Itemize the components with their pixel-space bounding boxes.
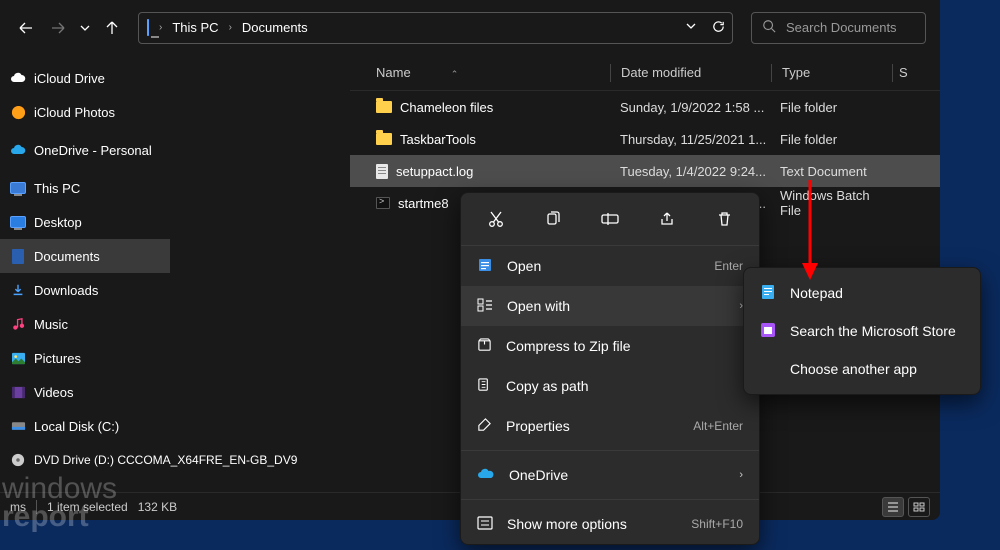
- address-bar[interactable]: › This PC › Documents: [138, 12, 733, 44]
- context-toolbar: [461, 193, 759, 246]
- details-view-button[interactable]: [882, 497, 904, 517]
- rename-button[interactable]: [592, 203, 628, 235]
- context-properties[interactable]: Properties Alt+Enter: [461, 406, 759, 446]
- share-button[interactable]: [649, 203, 685, 235]
- folder-icon: [376, 133, 392, 145]
- tiles-view-button[interactable]: [908, 497, 930, 517]
- sidebar-item-icloud-drive[interactable]: iCloud Drive: [0, 61, 170, 95]
- up-button[interactable]: [100, 16, 124, 40]
- copy-path-icon: [477, 377, 492, 395]
- context-copy-path[interactable]: Copy as path: [461, 366, 759, 406]
- column-date[interactable]: Date modified: [611, 65, 771, 80]
- downloads-icon: [10, 282, 26, 298]
- search-placeholder: Search Documents: [786, 20, 897, 35]
- sidebar-item-documents[interactable]: Documents: [0, 239, 170, 273]
- context-more-options[interactable]: Show more options Shift+F10: [461, 504, 759, 544]
- cut-button[interactable]: [478, 203, 514, 235]
- status-items: ms: [10, 500, 26, 514]
- context-compress[interactable]: Compress to Zip file: [461, 326, 759, 366]
- sidebar-item-local-disk[interactable]: Local Disk (C:): [0, 409, 170, 443]
- file-row-selected[interactable]: setuppact.log Tuesday, 1/4/2022 9:24... …: [350, 155, 940, 187]
- sidebar-item-dvd-drive[interactable]: DVD Drive (D:) CCCOMA_X64FRE_EN-GB_DV9: [0, 443, 340, 477]
- column-name[interactable]: Name⌃: [350, 65, 610, 80]
- disk-icon: [10, 418, 26, 434]
- pictures-icon: [10, 350, 26, 366]
- submenu-store[interactable]: Search the Microsoft Store: [744, 312, 980, 350]
- address-dropdown[interactable]: [685, 20, 697, 35]
- store-icon: [760, 322, 776, 341]
- chevron-right-icon: ›: [159, 22, 162, 33]
- cloud-icon: [10, 70, 26, 86]
- file-row[interactable]: Chameleon files Sunday, 1/9/2022 1:58 ..…: [350, 91, 940, 123]
- back-button[interactable]: [14, 16, 38, 40]
- sidebar-item-desktop[interactable]: Desktop: [0, 205, 170, 239]
- sidebar-item-downloads[interactable]: Downloads: [0, 273, 170, 307]
- properties-icon: [477, 417, 492, 435]
- videos-icon: [10, 384, 26, 400]
- context-onedrive[interactable]: OneDrive ›: [461, 455, 759, 495]
- forward-button[interactable]: [46, 16, 70, 40]
- folder-icon: [376, 101, 392, 113]
- batch-file-icon: [376, 197, 390, 209]
- submenu-choose-app[interactable]: Choose another app: [744, 350, 980, 388]
- context-open-with[interactable]: Open with ›: [461, 286, 759, 326]
- submenu-notepad[interactable]: Notepad: [744, 274, 980, 312]
- open-icon: [477, 257, 493, 276]
- navigation-pane: iCloud Drive iCloud Photos OneDrive - Pe…: [0, 55, 350, 492]
- column-type[interactable]: Type: [772, 65, 892, 80]
- breadcrumb-current[interactable]: Documents: [242, 20, 308, 35]
- column-headers: Name⌃ Date modified Type S: [350, 55, 940, 91]
- open-with-icon: [477, 297, 493, 316]
- chevron-right-icon: ›: [739, 469, 743, 481]
- status-size: 132 KB: [138, 500, 177, 514]
- sort-indicator-icon: ⌃: [451, 69, 459, 79]
- disc-icon: [10, 452, 26, 468]
- sidebar-item-pictures[interactable]: Pictures: [0, 341, 170, 375]
- sidebar-item-this-pc[interactable]: This PC: [0, 171, 170, 205]
- more-icon: [477, 516, 493, 533]
- breadcrumb-root[interactable]: This PC: [172, 20, 218, 35]
- context-open[interactable]: Open Enter: [461, 246, 759, 286]
- sidebar-item-onedrive[interactable]: OneDrive - Personal: [0, 133, 170, 167]
- file-row[interactable]: TaskbarTools Thursday, 11/25/2021 1... F…: [350, 123, 940, 155]
- zip-icon: [477, 337, 492, 355]
- sidebar-item-icloud-photos[interactable]: iCloud Photos: [0, 95, 170, 129]
- onedrive-icon: [477, 467, 495, 483]
- open-with-submenu: Notepad Search the Microsoft Store Choos…: [743, 267, 981, 395]
- refresh-button[interactable]: [711, 19, 726, 37]
- text-file-icon: [376, 164, 388, 179]
- notepad-icon: [760, 284, 776, 303]
- cloud-icon: [10, 142, 26, 158]
- sidebar-item-music[interactable]: Music: [0, 307, 170, 341]
- delete-button[interactable]: [706, 203, 742, 235]
- status-selected: 1 item selected: [47, 500, 128, 514]
- search-icon: [762, 19, 776, 36]
- photos-icon: [10, 104, 26, 120]
- column-size[interactable]: S: [893, 65, 913, 80]
- context-menu: Open Enter Open with › Compress to Zip f…: [460, 192, 760, 545]
- music-icon: [10, 316, 26, 332]
- documents-icon: [10, 248, 26, 264]
- sidebar-item-videos[interactable]: Videos: [0, 375, 170, 409]
- recent-dropdown[interactable]: [78, 16, 92, 40]
- pc-icon: [10, 180, 26, 196]
- toolbar: › This PC › Documents Search Documents: [0, 0, 940, 55]
- search-input[interactable]: Search Documents: [751, 12, 926, 44]
- pc-icon: [147, 20, 149, 35]
- copy-button[interactable]: [535, 203, 571, 235]
- chevron-right-icon: ›: [229, 22, 232, 33]
- desktop-icon: [10, 214, 26, 230]
